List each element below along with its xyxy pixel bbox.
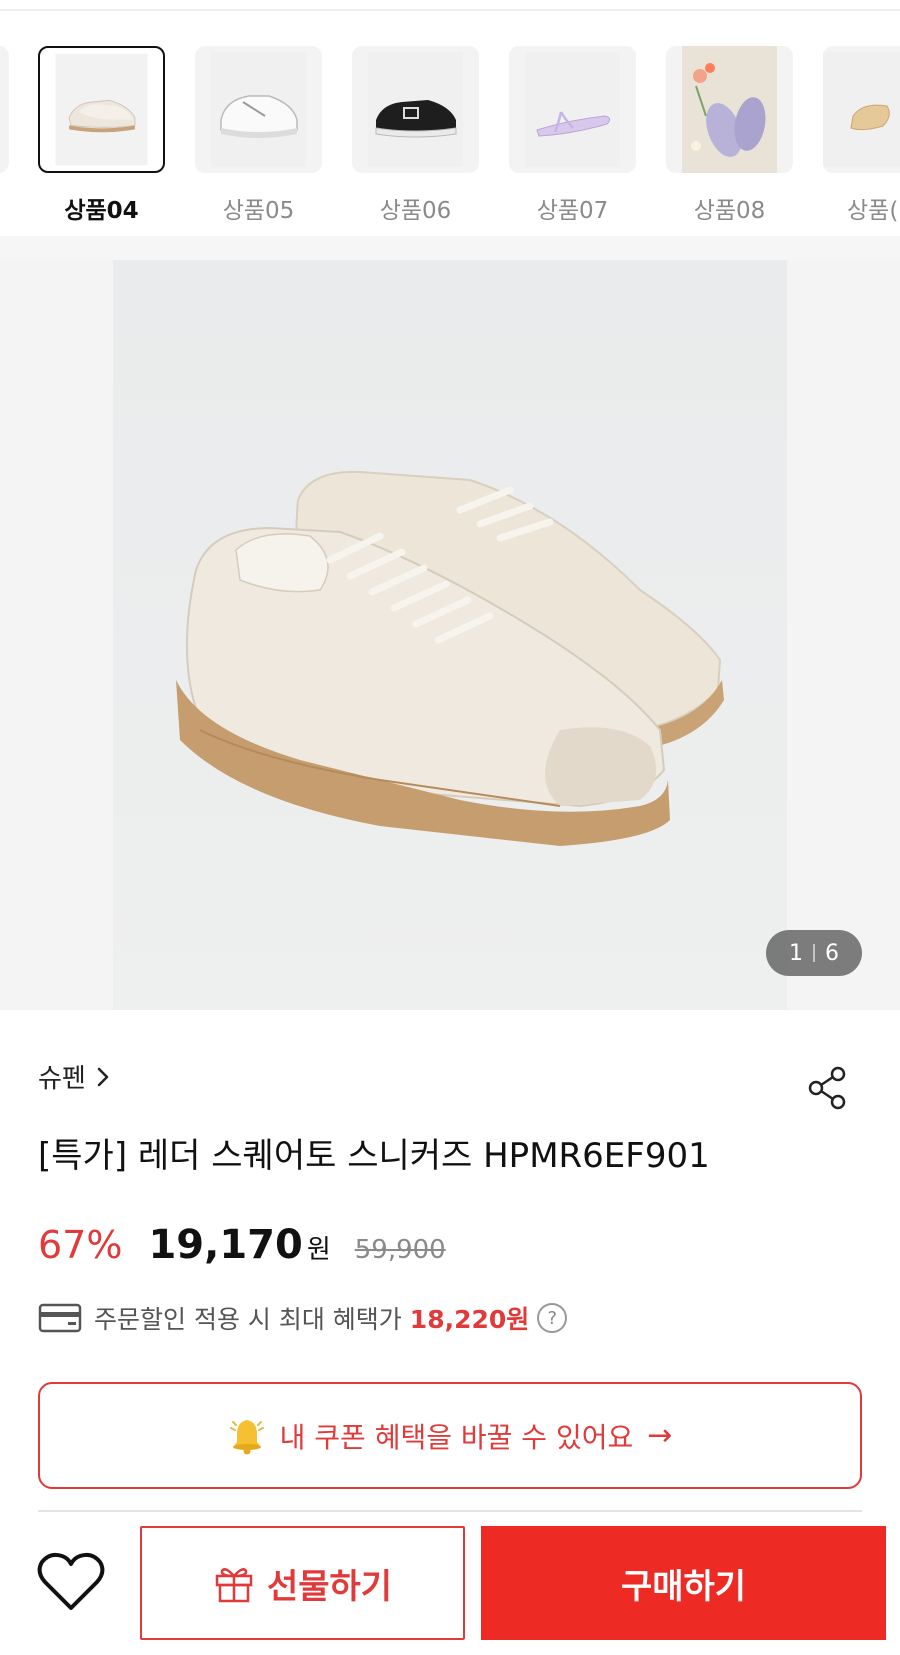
section-spacer [0, 236, 900, 260]
bottom-action-bar: 선물하기 구매하기 [0, 1512, 900, 1655]
thumbnail-image-beige-sneakers [38, 46, 165, 173]
thumbnail-label: 상품06 [379, 198, 452, 224]
thumbnail-item-08[interactable]: 상품08 [666, 46, 793, 225]
image-current-index: 1 [789, 940, 803, 966]
beige-sneakers-photo [0, 260, 900, 1010]
coupon-banner-text: 내 쿠폰 혜택을 바꿀 수 있어요 [279, 1420, 634, 1454]
coupon-change-banner[interactable]: 내 쿠폰 혜택을 바꿀 수 있어요 → [38, 1382, 862, 1489]
heart-icon[interactable] [36, 1550, 106, 1614]
thumbnail-item-06[interactable]: 상품06 [352, 46, 479, 225]
thumbnail-item-partial[interactable] [0, 46, 9, 173]
bell-icon [229, 1419, 264, 1454]
card-icon [38, 1303, 82, 1333]
thumbnail-image [0, 46, 9, 173]
thumbnail-label: 상품07 [536, 198, 609, 224]
image-total-count: 6 [825, 940, 839, 966]
thumbnail-item-04[interactable]: 상품04 [38, 46, 165, 225]
thumbnail-item-07[interactable]: 상품07 [509, 46, 636, 225]
brand-name: 슈펜 [38, 1064, 86, 1094]
thumbnail-image-lavender-slides [666, 46, 793, 173]
help-icon[interactable]: ? [537, 1303, 568, 1333]
thumbnail-image-black-sneakers [352, 46, 479, 173]
gift-button[interactable]: 선물하기 [140, 1526, 465, 1640]
price-currency: 원 [306, 1235, 331, 1265]
benefit-label: 주문할인 적용 시 최대 혜택가 [94, 1305, 402, 1334]
thumbnail-item-09[interactable]: 상품( [823, 46, 900, 225]
gift-icon [215, 1568, 253, 1603]
thumbnail-image-tan-slides [823, 46, 900, 173]
buy-button[interactable]: 구매하기 [481, 1526, 886, 1640]
benefit-amount: 18,220원 [409, 1305, 530, 1334]
thumbnail-label: 상품08 [693, 198, 766, 224]
thumbnail-label: 상품( [847, 198, 899, 224]
product-thumbnail-strip[interactable]: 상품04 상품05 상품06 상품07 상품08 상품( [0, 46, 900, 231]
brand-link[interactable]: 슈펜 [38, 1058, 110, 1095]
thumbnail-image-lavender-sandals [509, 46, 636, 173]
top-divider [0, 9, 900, 11]
share-icon[interactable] [808, 1066, 848, 1110]
price-row: 67% 19,170 원 59,900 [38, 1222, 446, 1272]
max-benefit-row: 주문할인 적용 시 최대 혜택가 18,220원 ? [38, 1298, 568, 1338]
thumbnail-item-05[interactable]: 상품05 [195, 46, 322, 225]
thumbnail-image-white-sneakers [195, 46, 322, 173]
indicator-separator [813, 944, 815, 962]
sale-price: 19,170 [148, 1222, 303, 1268]
product-title: [특가] 레더 스퀘어토 스니커즈 HPMR6EF901 [38, 1136, 710, 1176]
discount-rate: 67% [38, 1223, 123, 1267]
arrow-right-icon: → [647, 1418, 673, 1453]
product-main-image[interactable]: 1 6 [0, 260, 900, 1010]
gift-button-label: 선물하기 [266, 1566, 393, 1607]
thumbnail-label: 상품05 [222, 198, 295, 224]
image-page-indicator: 1 6 [766, 930, 862, 976]
thumbnail-label: 상품04 [64, 198, 139, 224]
buy-button-label: 구매하기 [620, 1566, 747, 1607]
chevron-right-icon [97, 1067, 109, 1086]
original-price: 59,900 [354, 1235, 446, 1265]
